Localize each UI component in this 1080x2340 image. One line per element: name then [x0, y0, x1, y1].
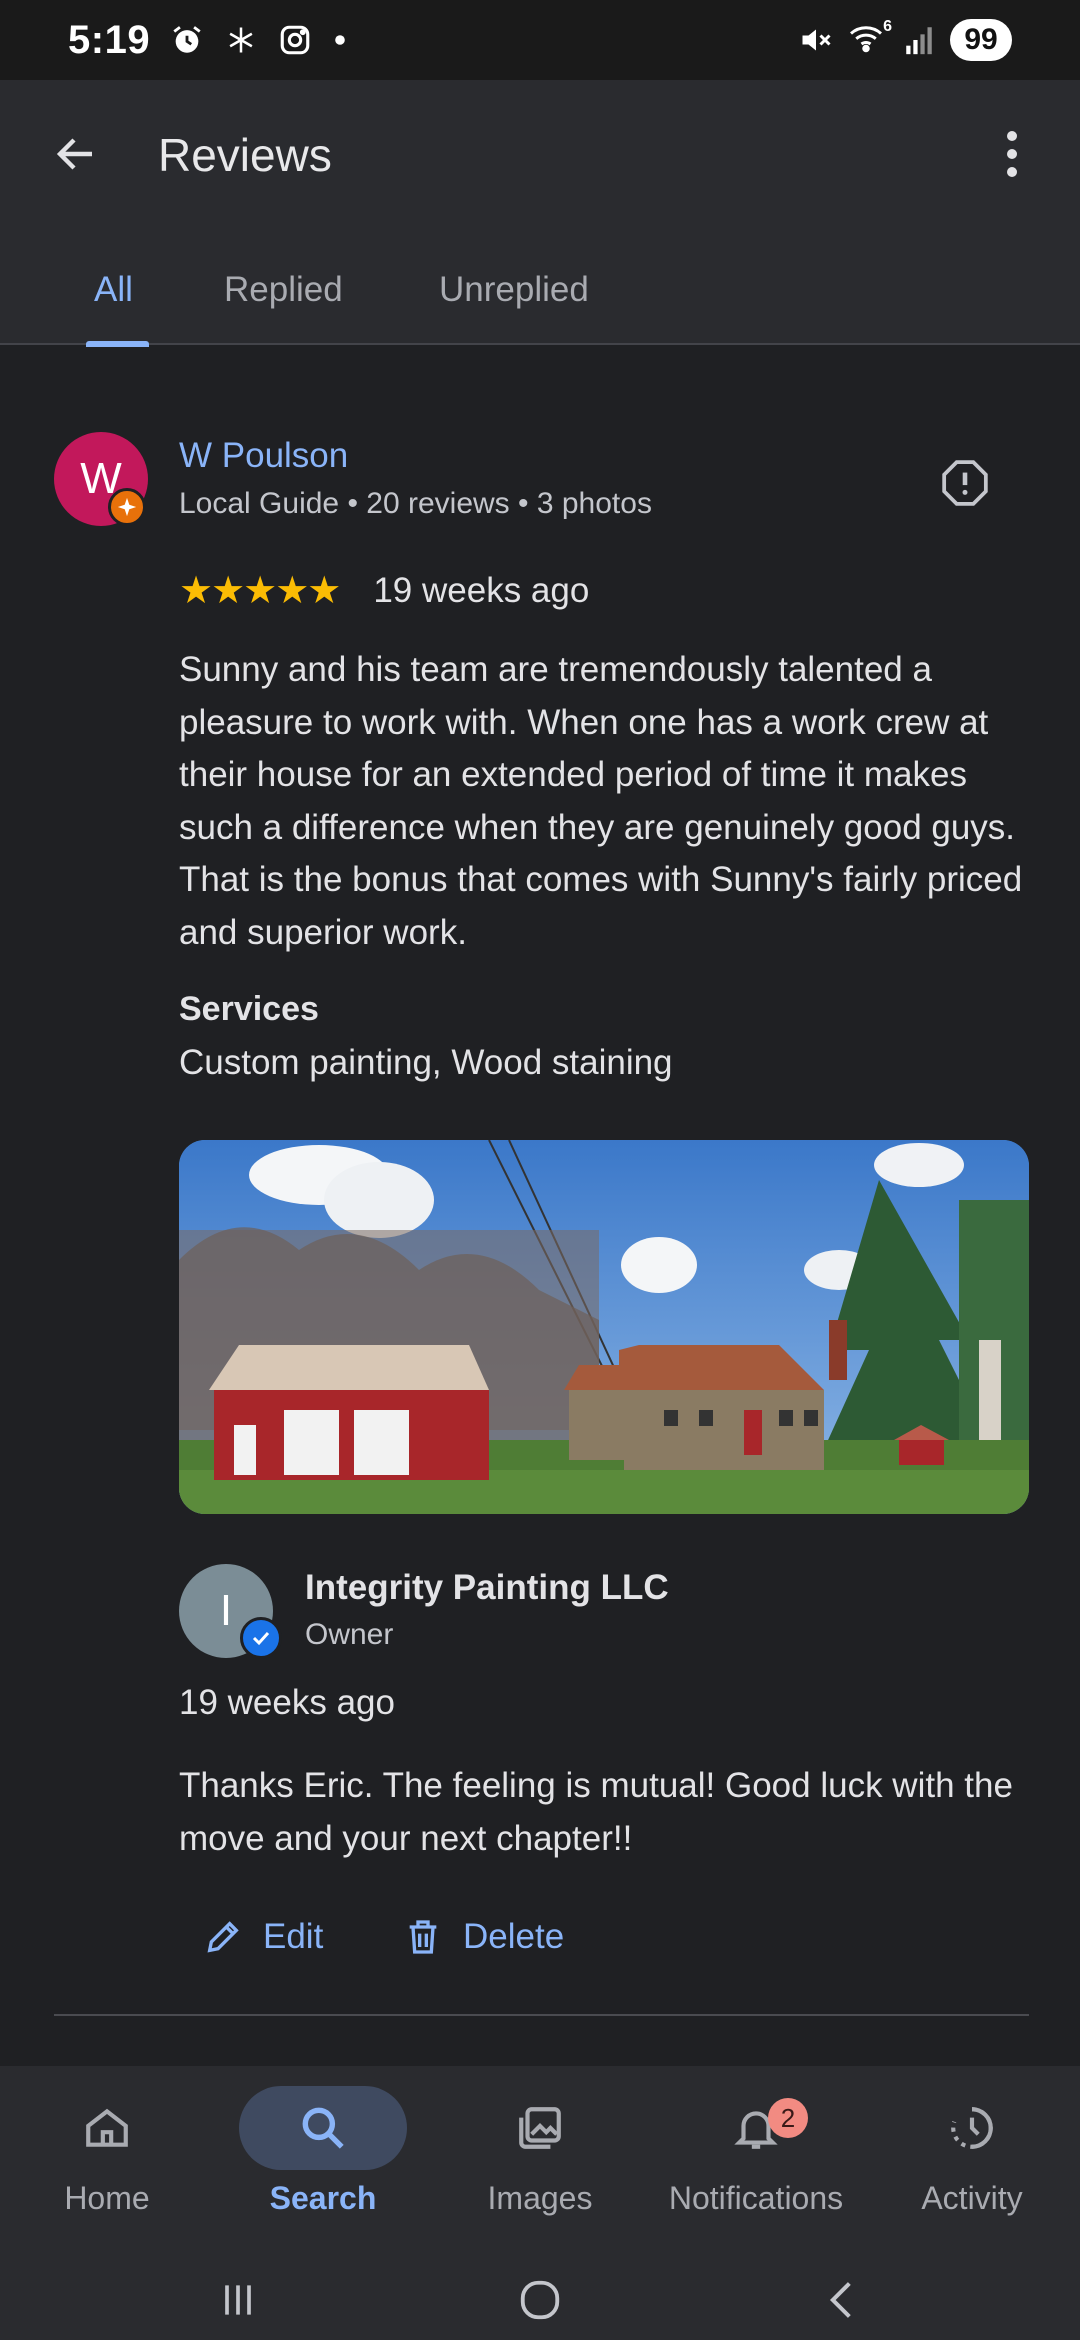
owner-role: Owner — [305, 1618, 394, 1651]
reviewer-name[interactable]: W Poulson — [179, 436, 348, 476]
home-icon — [86, 2108, 128, 2147]
signal-icon — [906, 27, 932, 55]
services-label: Services — [179, 990, 319, 1028]
wifi-label: 6 — [883, 18, 892, 35]
review-divider — [54, 2014, 1029, 2016]
bottom-navigation: Home Search Images 2 Notifications Activ… — [0, 2066, 1080, 2340]
report-review-button[interactable] — [940, 458, 990, 508]
nav-search-pill — [239, 2086, 407, 2170]
home-button[interactable] — [510, 2270, 570, 2330]
nav-activity-label: Activity — [921, 2180, 1023, 2216]
review-date: 19 weeks ago — [373, 570, 590, 610]
arrow-back-icon — [56, 138, 92, 170]
tab-unreplied[interactable]: Unreplied — [439, 250, 589, 345]
tab-indicator — [86, 341, 149, 347]
tab-replied[interactable]: Replied — [224, 250, 343, 345]
more-vert-icon-dot — [1007, 167, 1017, 177]
nav-search[interactable]: Search — [223, 2086, 423, 2217]
report-icon — [942, 460, 988, 506]
nav-notifications-label: Notifications — [668, 2180, 844, 2216]
nav-images-label: Images — [487, 2180, 593, 2216]
nav-home-label: Home — [64, 2180, 150, 2216]
notification-count-badge: 2 — [768, 2098, 808, 2138]
nav-images-pill — [456, 2086, 624, 2170]
delete-label: Delete — [463, 1917, 565, 1956]
system-navigation-bar — [0, 2266, 1080, 2340]
house-photo-image — [179, 1140, 1029, 1514]
nav-activity[interactable]: Activity — [872, 2086, 1072, 2217]
chevron-left-icon — [829, 2282, 851, 2318]
nav-activity-pill — [888, 2086, 1056, 2170]
reply-date: 19 weeks ago — [179, 1683, 395, 1722]
reply-text: Thanks Eric. The feeling is mutual! Good… — [179, 1766, 1013, 1858]
owner-name: Integrity Painting LLC — [305, 1568, 669, 1607]
review-filter-tabs: All Replied Unreplied — [0, 250, 1080, 347]
home-circle-icon — [520, 2280, 560, 2320]
services-value: Custom painting, Wood staining — [179, 1043, 673, 1082]
delete-reply-button[interactable]: Delete — [403, 1908, 564, 1966]
snowflake-icon — [229, 27, 253, 53]
verified-badge — [240, 1617, 282, 1659]
reviewer-meta: Local Guide • 20 reviews • 3 photos — [179, 487, 652, 520]
tab-all[interactable]: All — [94, 250, 133, 345]
system-back-button[interactable] — [812, 2270, 872, 2330]
more-options-button[interactable] — [994, 122, 1030, 186]
more-vert-icon-dot — [1007, 149, 1017, 159]
nav-images[interactable]: Images — [440, 2086, 640, 2217]
dot-icon — [335, 35, 345, 45]
wifi-icon — [850, 26, 882, 53]
app-bar: Reviews All Replied Unreplied — [0, 80, 1080, 347]
edit-reply-button[interactable]: Edit — [203, 1908, 323, 1966]
alarm-icon — [173, 26, 201, 53]
status-system-icons: 6 99 — [798, 18, 1012, 61]
battery-level: 99 — [950, 19, 1012, 61]
status-time: 5:19 — [68, 17, 151, 62]
wifi-indicator: 6 — [848, 18, 892, 58]
nav-home-pill — [23, 2086, 191, 2170]
local-guide-badge — [108, 488, 146, 526]
instagram-icon — [280, 25, 310, 55]
nav-notifications[interactable]: 2 Notifications — [656, 2086, 856, 2217]
review-text: Sunny and his team are tremendously tale… — [179, 650, 1023, 952]
recent-apps-button[interactable] — [208, 2270, 268, 2330]
star-rating: ★★★★★ — [179, 570, 341, 612]
mute-icon — [802, 29, 831, 51]
nav-notifications-pill — [672, 2086, 840, 2170]
search-icon — [302, 2107, 344, 2149]
more-vert-icon — [1007, 131, 1017, 141]
edit-label: Edit — [263, 1917, 324, 1956]
nav-search-label: Search — [269, 2180, 377, 2216]
activity-icon — [951, 2107, 993, 2149]
local-guide-star-icon — [117, 497, 137, 517]
review-rating-row: ★★★★★ 19 weeks ago — [179, 568, 589, 613]
verified-check-icon — [252, 1631, 270, 1646]
pencil-icon — [207, 1921, 239, 1953]
trash-icon — [409, 1920, 437, 1954]
images-icon — [519, 2107, 561, 2149]
status-notification-icons — [170, 23, 346, 57]
nav-home[interactable]: Home — [7, 2086, 207, 2217]
review-photo[interactable] — [179, 1140, 1029, 1514]
status-bar: 5:19 6 99 — [0, 0, 1080, 80]
recent-apps-icon — [225, 2285, 251, 2315]
page-title: Reviews — [158, 129, 332, 181]
back-button[interactable] — [44, 122, 108, 186]
